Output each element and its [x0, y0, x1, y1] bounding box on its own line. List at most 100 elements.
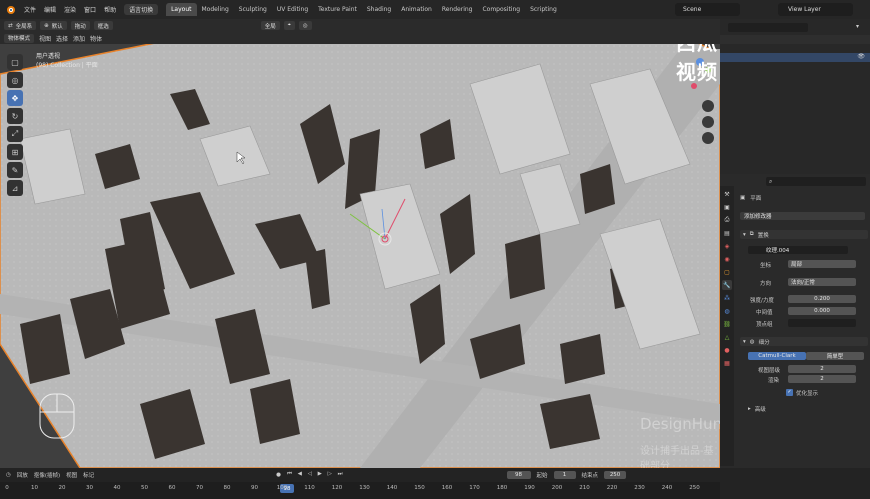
pivot-label: 默认: [51, 23, 63, 30]
texture-field[interactable]: 纹理.004: [748, 246, 848, 254]
snap-mode-dropdown[interactable]: 框选: [93, 21, 113, 30]
outliner-search-input[interactable]: [728, 23, 808, 32]
proportional-edit-toggle[interactable]: ◎: [298, 21, 312, 30]
tab-rendering[interactable]: Rendering: [437, 3, 478, 16]
texture-name: 纹理.004: [766, 248, 790, 254]
tab-compositing[interactable]: Compositing: [477, 3, 525, 16]
tab-sculpting[interactable]: Sculpting: [234, 3, 272, 16]
tab-modeling[interactable]: Modeling: [197, 3, 234, 16]
outliner-row-selected[interactable]: 👁: [720, 53, 870, 62]
view-layer-tab-icon[interactable]: ▤: [722, 228, 732, 238]
rotate-tool[interactable]: ↻: [7, 108, 23, 124]
checkbox-checked-icon[interactable]: ✓: [786, 389, 793, 396]
object-tab-icon[interactable]: ▢: [722, 267, 732, 277]
end-frame-field[interactable]: 250: [604, 470, 627, 479]
vertex-group-field[interactable]: [788, 319, 856, 327]
language-switch-button[interactable]: 语言切换: [124, 4, 159, 15]
scene-tab-icon[interactable]: ◈: [722, 241, 732, 251]
direction-value: 法向/正常: [791, 280, 815, 286]
menu-render[interactable]: 渲染: [60, 5, 80, 14]
add-modifier-dropdown[interactable]: 添加修改器: [740, 212, 865, 220]
expand-chevron-icon[interactable]: ▾: [743, 232, 746, 238]
3d-viewport[interactable]: 用户透视 (98) Collection | 平面 ▢ ◎ ✥ ↻ ⤢ ⊞ ✎ …: [0, 44, 720, 468]
visibility-eye-icon[interactable]: 👁: [857, 53, 865, 60]
menu-view[interactable]: 视图: [66, 471, 77, 479]
material-tab-icon[interactable]: ●: [722, 345, 732, 355]
menu-window[interactable]: 窗口: [80, 5, 100, 14]
constraints-tab-icon[interactable]: ⛓: [722, 319, 732, 329]
pivot-dropdown[interactable]: ⊕ 默认: [40, 21, 67, 30]
properties-search-input[interactable]: ⌕: [766, 177, 866, 186]
menu-file[interactable]: 文件: [20, 5, 40, 14]
tab-uv-editing[interactable]: UV Editing: [272, 3, 313, 16]
frame-tick-label: 210: [579, 485, 590, 491]
data-tab-icon[interactable]: △: [722, 332, 732, 342]
displace-modifier-header[interactable]: ▾ ⧉ 置换: [740, 230, 868, 239]
record-button[interactable]: ●: [276, 472, 281, 478]
tab-texture-paint[interactable]: Texture Paint: [313, 3, 362, 16]
texture-tab-icon[interactable]: ▦: [722, 358, 732, 368]
menu-view[interactable]: 视图: [39, 34, 51, 43]
render-tab-icon[interactable]: ▣: [722, 202, 732, 212]
output-tab-icon[interactable]: ⎙: [722, 215, 732, 225]
start-frame-field[interactable]: 1: [553, 470, 576, 479]
timeline-editor-icon[interactable]: ◷: [6, 472, 11, 478]
outliner-row[interactable]: [720, 35, 870, 44]
transform-orientation-dropdown[interactable]: ⇄ 全局系: [4, 21, 37, 30]
catmull-clark-button[interactable]: Catmull-Clark: [748, 352, 806, 360]
cursor-tool[interactable]: ◎: [7, 72, 23, 88]
strength-label: 强度/力度: [750, 297, 774, 304]
select-box-tool[interactable]: ▢: [7, 54, 23, 70]
menu-playback[interactable]: 回放: [17, 471, 28, 479]
menu-help[interactable]: 帮助: [100, 5, 120, 14]
snap-toggle[interactable]: ⌖: [283, 21, 295, 30]
filter-icon[interactable]: ▾: [856, 23, 864, 31]
optimal-display-row[interactable]: ✓ 优化显示: [786, 388, 818, 397]
world-tab-icon[interactable]: ◉: [722, 254, 732, 264]
tab-layout[interactable]: Layout: [166, 3, 197, 16]
snap-dropdown[interactable]: 拖动: [70, 21, 90, 30]
object-mode-dropdown[interactable]: 物体模式: [4, 33, 35, 43]
move-tool[interactable]: ✥: [7, 90, 23, 106]
midlevel-field[interactable]: 0.000: [788, 307, 856, 315]
search-icon: ⌕: [769, 177, 773, 185]
menu-edit[interactable]: 编辑: [40, 5, 60, 14]
frame-tick-label: 60: [168, 485, 176, 491]
physics-tab-icon[interactable]: ◍: [722, 306, 732, 316]
tool-tab-icon[interactable]: ⚒: [722, 189, 732, 199]
start-label: 起始: [536, 472, 548, 479]
advanced-row[interactable]: ▸ 高级: [748, 404, 766, 413]
scene-selector[interactable]: Scene: [675, 3, 740, 16]
viewport-levels-field[interactable]: 2: [788, 365, 856, 373]
collapse-chevron-icon[interactable]: ▸: [748, 406, 751, 412]
measure-tool[interactable]: ⊿: [7, 180, 23, 196]
current-frame-field[interactable]: 98: [506, 470, 531, 479]
menu-keying[interactable]: 抠像(插帧): [34, 471, 60, 479]
particles-tab-icon[interactable]: ⁂: [722, 293, 732, 303]
transform-global-dropdown[interactable]: 全局: [260, 21, 280, 30]
object-name: 平面: [750, 195, 762, 202]
strength-field[interactable]: 0.200: [788, 295, 856, 303]
modifier-tab-icon[interactable]: 🔧: [722, 280, 732, 290]
frame-ruler[interactable]: 98 0 10 20 30 40 50 60 70 80 90 100 110 120 130 140 150…: [0, 482, 720, 499]
subsurf-modifier-header[interactable]: ▾ ◍ 细分: [740, 337, 868, 346]
tab-scripting[interactable]: Scripting: [525, 3, 562, 16]
annotate-tool[interactable]: ✎: [7, 162, 23, 178]
transform-tool[interactable]: ⊞: [7, 144, 23, 160]
simple-button[interactable]: 简单型: [806, 352, 864, 360]
tab-shading[interactable]: Shading: [362, 3, 396, 16]
menu-marker[interactable]: 标记: [83, 471, 94, 479]
menu-select[interactable]: 选择: [56, 34, 68, 43]
direction-dropdown[interactable]: 法向/正常: [788, 278, 856, 286]
coords-dropdown[interactable]: 局部: [788, 260, 856, 268]
expand-chevron-icon[interactable]: ▾: [743, 339, 746, 345]
tab-animation[interactable]: Animation: [396, 3, 437, 16]
render-levels-field[interactable]: 2: [788, 375, 856, 383]
blender-logo-icon[interactable]: [3, 3, 17, 17]
scale-tool[interactable]: ⤢: [7, 126, 23, 142]
menu-object[interactable]: 物体: [90, 34, 102, 43]
view-layer-selector[interactable]: View Layer: [778, 3, 853, 16]
menu-add[interactable]: 添加: [73, 34, 85, 43]
playback-controls[interactable]: ⏮ ◀ ◁ ▶ ▷ ⏭: [287, 471, 345, 478]
frame-tick-label: 0: [5, 485, 9, 491]
